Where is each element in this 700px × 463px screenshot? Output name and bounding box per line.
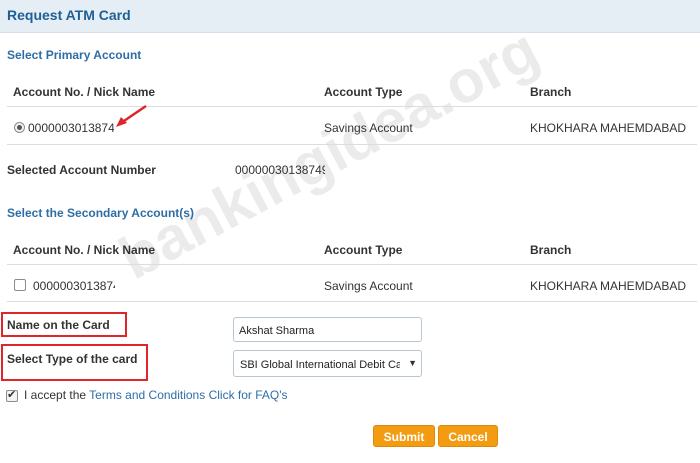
secondary-account-type: Savings Account [324,279,413,293]
secondary-account-checkbox[interactable] [14,279,26,291]
secondary-account-branch: KHOKHARA MAHEMDABAD [530,279,687,293]
card-type-label: Select Type of the card [7,352,138,366]
secondary-row-divider [7,301,697,302]
name-on-card-label: Name on the Card [7,318,110,332]
faq-link[interactable]: Click for FAQ's [209,388,288,402]
radio-selected-icon [17,125,22,130]
terms-prefix: I accept the [24,388,87,402]
secondary-header-type: Account Type [324,243,403,257]
primary-header-branch: Branch [530,85,572,99]
primary-header-divider [7,106,697,107]
cancel-button[interactable]: Cancel [438,425,498,447]
selected-account-label: Selected Account Number [7,163,156,177]
secondary-section-title: Select the Secondary Account(s) [7,206,194,220]
name-on-card-value: Akshat Sharma [239,325,315,337]
red-arrow-icon [116,104,147,127]
terms-link[interactable]: Terms and Conditions [89,388,205,402]
title-bar: Request ATM Card [0,0,700,33]
primary-section-title: Select Primary Account [7,48,142,62]
page-title: Request ATM Card [7,7,131,23]
submit-button[interactable]: Submit [373,425,435,447]
chevron-down-icon: ▼ [408,358,417,368]
primary-account-type: Savings Account [324,121,413,135]
check-icon: ✔ [7,389,17,401]
secondary-account-number: 000000301387498 [33,279,115,293]
secondary-header-divider [7,264,697,265]
primary-account-branch: KHOKHARA MAHEMDABAD [530,121,687,135]
name-on-card-input[interactable]: Akshat Sharma [233,317,422,342]
primary-header-account: Account No. / Nick Name [13,85,156,99]
terms-row: I accept the Terms and Conditions Click … [24,388,288,402]
primary-account-number: 000000301387498 [28,121,114,135]
primary-header-type: Account Type [324,85,403,99]
card-type-value: SBI Global International Debit Card [240,359,400,371]
primary-account-radio[interactable] [14,122,25,133]
selected-account-value: 000000301387498 [235,163,325,177]
secondary-header-account: Account No. / Nick Name [13,243,156,257]
primary-row-divider [7,144,697,145]
terms-checkbox[interactable]: ✔ [6,389,18,402]
secondary-header-branch: Branch [530,243,572,257]
card-type-select[interactable]: SBI Global International Debit Card ▼ [233,350,422,377]
